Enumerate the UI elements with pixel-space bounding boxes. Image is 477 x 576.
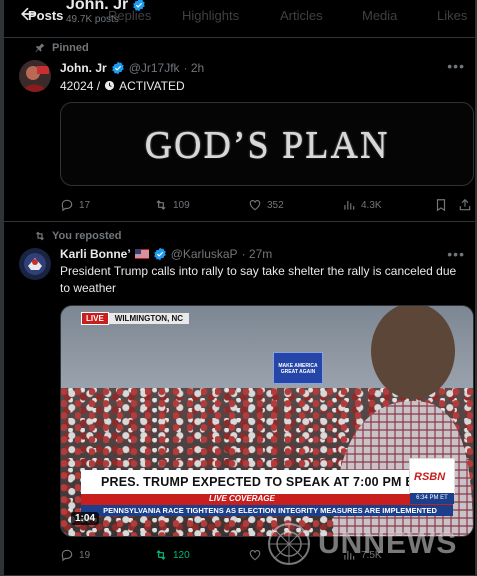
reply-count: 17 xyxy=(79,199,91,211)
post-actions: 17 109 352 4.3K xyxy=(60,198,471,214)
us-flag-icon xyxy=(134,249,149,259)
view-count: 4.3K xyxy=(361,199,382,211)
avatar[interactable] xyxy=(19,60,51,92)
handle[interactable]: @KarluskaP xyxy=(171,247,238,261)
views-button[interactable]: 4.3K xyxy=(342,198,382,212)
display-name[interactable]: Karli Bonne’ xyxy=(60,247,131,261)
post-text-suffix: ACTIVATED xyxy=(119,79,185,93)
repost-count: 109 xyxy=(173,199,190,211)
pin-icon xyxy=(35,43,45,52)
reply-icon xyxy=(61,199,73,212)
live-coverage-text: LIVE COVERAGE xyxy=(209,494,275,503)
tab-posts[interactable]: Posts xyxy=(28,8,63,23)
reply-button[interactable]: 17 xyxy=(60,198,90,212)
bookmark-icon[interactable] xyxy=(434,198,448,212)
avatar-image xyxy=(19,60,51,92)
live-label: LIVE xyxy=(81,312,109,325)
pinned-context: Pinned xyxy=(35,42,89,54)
repost-icon xyxy=(156,200,166,210)
profile-name: John. Jr xyxy=(66,0,146,14)
live-coverage-bar: LIVE COVERAGE xyxy=(81,494,453,505)
avatar-image xyxy=(19,248,51,280)
share-icon[interactable] xyxy=(458,198,472,212)
pinned-post[interactable]: Pinned John. Jr @Jr17Jfk · 2h ••• 42024 … xyxy=(4,38,475,222)
watermark-text: UNNEWS xyxy=(318,527,458,560)
live-location: WILMINGTON, NC xyxy=(108,313,190,324)
post-text: President Trump calls into rally to say … xyxy=(60,264,457,295)
reply-count: 19 xyxy=(79,549,91,561)
card-text: GOD’S PLAN xyxy=(144,124,390,166)
verified-badge-icon xyxy=(111,61,124,75)
video-player[interactable]: MAKE AMERICA GREAT AGAIN LIVE WILMINGTON… xyxy=(60,305,474,537)
post-time[interactable]: · 27m xyxy=(242,247,273,261)
repost-count: 120 xyxy=(173,549,190,561)
repost-icon xyxy=(156,550,166,560)
handle[interactable]: @Jr17Jfk xyxy=(129,61,180,75)
post-image-card[interactable]: GOD’S PLAN xyxy=(60,102,474,186)
post-user-line: John. Jr @Jr17Jfk · 2h xyxy=(60,61,204,75)
reply-button[interactable]: 19 xyxy=(60,548,90,562)
tab-articles[interactable]: Articles xyxy=(280,8,323,23)
watermark: UNNEWS xyxy=(266,520,457,568)
post-text-prefix: 42024 / xyxy=(60,79,101,93)
profile-name-text: John. Jr xyxy=(66,0,129,13)
verified-badge-icon xyxy=(133,0,146,12)
ticker-text: PENNSYLVANIA RACE TIGHTENS AS ELECTION I… xyxy=(103,506,437,515)
posts-count: 49.7K posts xyxy=(66,14,119,25)
repost-context-label: You reposted xyxy=(52,230,122,242)
heart-icon xyxy=(249,550,261,561)
repost-button[interactable]: 109 xyxy=(154,198,190,212)
heart-icon xyxy=(249,200,261,211)
network-logo: RSBN 6:34 PM ET xyxy=(409,458,455,504)
more-options-icon[interactable]: ••• xyxy=(447,246,465,262)
profile-header: Posts Replies Highlights Articles Media … xyxy=(4,0,475,38)
views-icon xyxy=(344,200,355,210)
post-user-line: Karli Bonne’ @KarluskaP · 27m xyxy=(60,247,272,261)
video-duration: 1:04 xyxy=(71,512,100,525)
verified-badge-icon xyxy=(153,247,166,261)
display-name[interactable]: John. Jr xyxy=(60,61,107,75)
live-tag: LIVE WILMINGTON, NC xyxy=(81,312,190,325)
post-text: 42024 / ACTIVATED xyxy=(60,78,461,95)
network-name: RSBN xyxy=(414,471,446,483)
post-time[interactable]: · 2h xyxy=(184,61,205,75)
un-emblem-icon xyxy=(268,523,310,565)
like-button[interactable] xyxy=(248,548,267,562)
avatar[interactable] xyxy=(19,248,51,280)
network-time: 6:34 PM ET xyxy=(410,493,454,504)
clock-icon xyxy=(105,80,115,91)
repost-context: You reposted xyxy=(36,230,122,242)
pinned-label: Pinned xyxy=(52,42,89,54)
like-button[interactable]: 352 xyxy=(248,198,284,212)
lower-third-text: PRES. TRUMP EXPECTED TO SPEAK AT 7:00 PM… xyxy=(101,475,422,489)
repost-icon xyxy=(36,231,44,241)
tab-highlights[interactable]: Highlights xyxy=(182,8,239,23)
reply-icon xyxy=(61,549,73,562)
tab-media[interactable]: Media xyxy=(362,8,397,23)
tab-likes[interactable]: Likes xyxy=(437,8,467,23)
more-options-icon[interactable]: ••• xyxy=(447,58,465,74)
like-count: 352 xyxy=(267,199,284,211)
profile-timeline: Posts Replies Highlights Articles Media … xyxy=(0,0,477,576)
lower-third: PRES. TRUMP EXPECTED TO SPEAK AT 7:00 PM… xyxy=(81,470,453,494)
repost-button[interactable]: 120 xyxy=(154,548,190,562)
news-ticker: PENNSYLVANIA RACE TIGHTENS AS ELECTION I… xyxy=(81,505,453,516)
